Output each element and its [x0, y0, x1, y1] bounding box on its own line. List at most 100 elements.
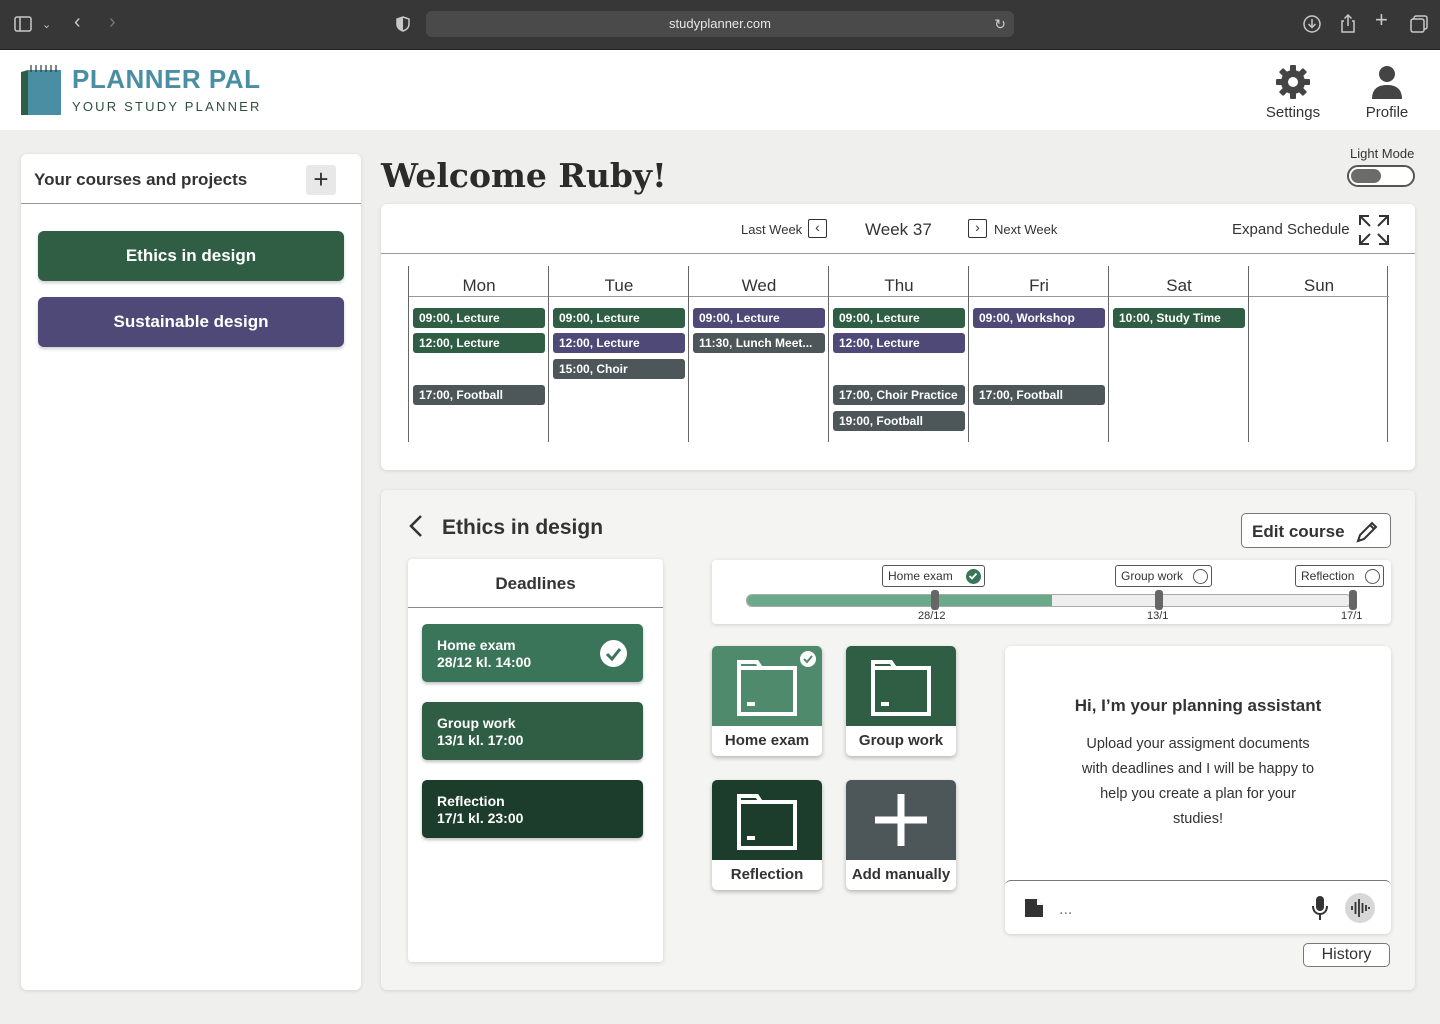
download-icon[interactable] [1303, 15, 1321, 37]
deadline-reflection[interactable]: Reflection 17/1 kl. 23:00 [422, 780, 643, 838]
app-header: PLANNER PAL YOUR STUDY PLANNER Settings … [0, 50, 1440, 130]
day-column-tue: Tue 09:00, Lecture 12:00, Lecture 15:00, Ch… [548, 266, 689, 442]
tile-label: Home exam [724, 732, 810, 749]
calendar-event[interactable]: 09:00, Workshop [973, 308, 1105, 328]
schedule-nav: Last Week ‹ Week 37 › Next Week Expand S… [381, 204, 1415, 254]
next-week-link[interactable]: Next Week [994, 222, 1057, 237]
day-divider [1109, 296, 1249, 297]
address-bar[interactable]: studyplanner.com ↻ [426, 11, 1014, 37]
assistant-message: Upload your assigment documents with dea… [1081, 736, 1315, 827]
calendar-event[interactable]: 09:00, Lecture [553, 308, 685, 328]
deadline-time: 13/1 kl. 17:00 [437, 732, 524, 748]
deadline-home-exam[interactable]: Home exam 28/12 kl. 14:00 [422, 624, 643, 682]
folder-icon [737, 794, 797, 850]
deadline-timeline: Home exam Group work Reflection 28/12 13… [712, 560, 1391, 624]
deadlines-panel: Deadlines Home exam 28/12 kl. 14:00 Grou… [408, 559, 663, 962]
weekly-schedule: Last Week ‹ Week 37 › Next Week Expand S… [381, 204, 1415, 470]
check-icon [600, 640, 627, 667]
progress-track [746, 594, 1352, 607]
progress-fill [747, 595, 1053, 606]
calendar-event[interactable]: 17:00, Choir Practice [833, 385, 965, 405]
document-icon[interactable] [1023, 897, 1045, 919]
milestone-marker [931, 590, 939, 610]
calendar-event[interactable]: 15:00, Choir [553, 359, 685, 379]
expand-icon[interactable] [1357, 213, 1391, 247]
milestone-date: 13/1 [1147, 610, 1169, 622]
expand-schedule-link[interactable]: Expand Schedule [1232, 221, 1350, 238]
circle-icon[interactable] [1193, 569, 1208, 584]
last-week-link[interactable]: Last Week [741, 222, 802, 237]
calendar-event[interactable]: 12:00, Lecture [833, 333, 965, 353]
share-icon[interactable] [1340, 13, 1356, 37]
planning-assistant: Hi, I’m your planning assistant Upload y… [1005, 646, 1391, 934]
deadline-group-work[interactable]: Group work 13/1 kl. 17:00 [422, 702, 643, 760]
assignment-tile-home-exam[interactable]: Home exam [712, 646, 822, 756]
add-manually-tile[interactable]: Add manually [846, 780, 956, 890]
chevron-left-icon[interactable]: ‹ [808, 219, 827, 238]
new-tab-icon[interactable]: + [1375, 9, 1388, 31]
milestone-tag-reflection[interactable]: Reflection [1295, 565, 1384, 587]
welcome-heading: Welcome Ruby! [381, 156, 667, 195]
milestone-tag-home-exam[interactable]: Home exam [882, 565, 985, 587]
add-course-button[interactable]: + [306, 165, 336, 195]
mode-label: Light Mode [1350, 146, 1415, 161]
assistant-input-bar [1005, 880, 1391, 934]
brand-title: PLANNER PAL [72, 64, 261, 94]
assistant-chat-input[interactable] [1059, 899, 1299, 921]
circle-icon[interactable] [1365, 569, 1380, 584]
voice-wave-icon[interactable] [1345, 893, 1375, 923]
day-column-wed: Wed 09:00, Lecture 11:30, Lunch Meet... [688, 266, 829, 442]
calendar-event[interactable]: 09:00, Lecture [693, 308, 825, 328]
shield-icon [396, 16, 410, 36]
calendar-event[interactable]: 19:00, Football [833, 411, 965, 431]
course-button-ethics-in-design[interactable]: Ethics in design [38, 231, 344, 281]
calendar-event[interactable]: 17:00, Football [973, 385, 1105, 405]
chevron-down-icon[interactable]: ⌄ [42, 17, 51, 33]
pencil-icon [1356, 521, 1378, 543]
profile-label: Profile [1365, 104, 1409, 121]
sidebar-toggle-icon[interactable] [14, 16, 32, 36]
settings-button[interactable]: Settings [1253, 62, 1333, 122]
folder-icon [737, 660, 797, 716]
notebook-logo-icon [21, 65, 61, 115]
milestone-tag-group-work[interactable]: Group work [1115, 565, 1212, 587]
calendar-event[interactable]: 12:00, Lecture [413, 333, 545, 353]
chevron-right-icon[interactable]: › [968, 219, 987, 238]
course-button-sustainable-design[interactable]: Sustainable design [38, 297, 344, 347]
microphone-icon[interactable] [1311, 895, 1329, 921]
light-mode-toggle[interactable] [1347, 165, 1415, 187]
tile-label: Reflection [730, 866, 804, 883]
calendar-event[interactable]: 10:00, Study Time [1113, 308, 1245, 328]
calendar-event[interactable]: 17:00, Football [413, 385, 545, 405]
edit-course-button[interactable]: Edit course [1241, 513, 1391, 548]
sidebar-header: Your courses and projects + [21, 154, 361, 204]
forward-icon[interactable]: › [109, 12, 116, 32]
history-button[interactable]: History [1303, 943, 1390, 967]
brand-subtitle: YOUR STUDY PLANNER [72, 99, 262, 114]
deadline-name: Group work [437, 715, 516, 731]
sidebar-title: Your courses and projects [34, 170, 248, 189]
day-name: Sat [1166, 276, 1192, 295]
milestone-date: 17/1 [1341, 610, 1363, 622]
calendar-event[interactable]: 12:00, Lecture [553, 333, 685, 353]
calendar-event[interactable]: 09:00, Lecture [833, 308, 965, 328]
tabs-overview-icon[interactable] [1410, 15, 1428, 37]
chevron-left-icon[interactable] [407, 514, 425, 538]
day-column-sun: Sun [1248, 266, 1389, 442]
profile-button[interactable]: Profile [1347, 62, 1427, 122]
calendar-event[interactable]: 11:30, Lunch Meet... [693, 333, 825, 353]
back-icon[interactable]: ‹ [74, 12, 81, 32]
day-column-fri: Fri 09:00, Workshop 17:00, Football [968, 266, 1109, 442]
week-label: Week 37 [865, 220, 932, 239]
assignment-tile-reflection[interactable]: Reflection [712, 780, 822, 890]
day-divider [549, 296, 689, 297]
checked-circle-icon[interactable] [966, 569, 981, 584]
person-icon [1372, 66, 1402, 99]
day-name: Wed [741, 276, 777, 295]
day-divider [969, 296, 1109, 297]
reload-icon[interactable]: ↻ [994, 11, 1006, 37]
check-icon [800, 651, 816, 667]
calendar-event[interactable]: 09:00, Lecture [413, 308, 545, 328]
assignment-tile-group-work[interactable]: Group work [846, 646, 956, 756]
toggle-knob [1351, 169, 1381, 183]
